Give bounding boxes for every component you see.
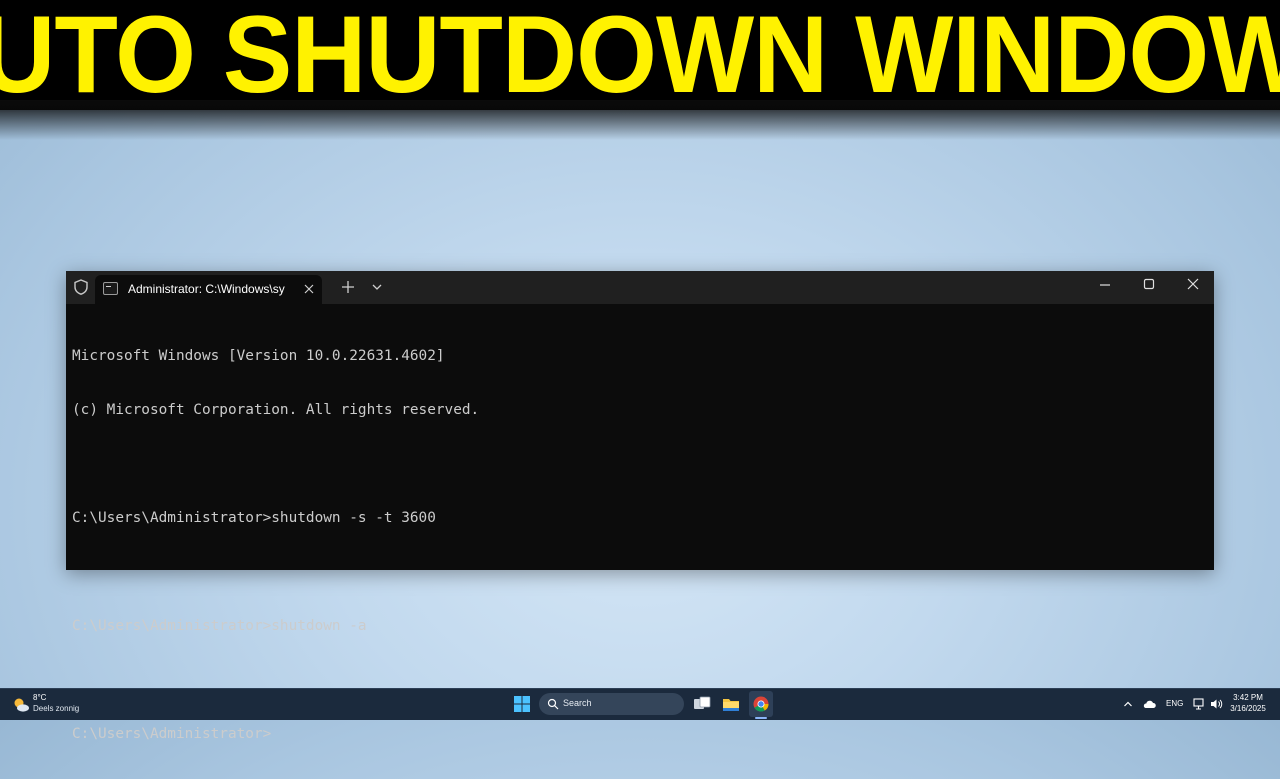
search-icon <box>547 698 559 710</box>
clock-date[interactable]: 3/16/2025 <box>1226 704 1270 713</box>
file-explorer-icon[interactable] <box>722 696 740 712</box>
terminal-titlebar[interactable]: Administrator: C:\Windows\sy <box>66 271 1214 304</box>
terminal-window[interactable]: Administrator: C:\Windows\sy Microsoft W… <box>66 271 1214 742</box>
active-app-indicator <box>755 717 767 719</box>
terminal-icon <box>103 282 118 295</box>
console-line: (c) Microsoft Corporation. All rights re… <box>72 402 480 418</box>
shield-icon <box>74 279 88 295</box>
console-line: C:\Users\Administrator>shutdown -a <box>72 618 367 634</box>
weather-icon[interactable] <box>12 696 30 714</box>
close-icon[interactable] <box>1171 271 1215 299</box>
close-icon[interactable] <box>300 280 318 298</box>
maximize-icon[interactable] <box>1127 271 1171 299</box>
tab-title: Administrator: C:\Windows\sy <box>128 282 285 296</box>
console-output[interactable]: Microsoft Windows [Version 10.0.22631.46… <box>72 311 1202 742</box>
search-placeholder: Search <box>563 698 592 708</box>
search-box[interactable]: Search <box>539 693 684 715</box>
chevron-up-icon[interactable] <box>1122 698 1134 710</box>
terminal-tab[interactable]: Administrator: C:\Windows\sy <box>95 275 322 304</box>
network-icon[interactable] <box>1192 697 1206 711</box>
headline-text: AUTO SHUTDOWN WINDOWS <box>0 0 1280 110</box>
windows-start-icon[interactable] <box>513 695 531 713</box>
weather-description[interactable]: Deels zonnig <box>33 704 79 713</box>
console-line: C:\Users\Administrator>shutdown -s -t 36… <box>72 510 436 526</box>
console-prompt[interactable]: C:\Users\Administrator> <box>72 725 1202 743</box>
language-indicator[interactable]: ENG <box>1166 699 1183 708</box>
task-view-icon[interactable] <box>693 696 711 712</box>
volume-icon[interactable] <box>1209 697 1223 711</box>
console-line: Microsoft Windows [Version 10.0.22631.46… <box>72 348 445 364</box>
minimize-icon[interactable] <box>1083 271 1127 299</box>
chrome-icon <box>753 696 769 712</box>
chrome-taskbar-button[interactable] <box>749 691 773 717</box>
chevron-down-icon[interactable] <box>368 277 386 297</box>
onedrive-icon[interactable] <box>1142 698 1156 710</box>
banner-shadow <box>0 100 1280 140</box>
weather-temperature[interactable]: 8°C <box>33 693 46 702</box>
headline-banner: AUTO SHUTDOWN WINDOWS <box>0 0 1280 110</box>
taskbar: 8°C Deels zonnig Search ENG 3:42 PM 3/16… <box>0 688 1280 720</box>
plus-icon[interactable] <box>338 277 358 297</box>
clock-time[interactable]: 3:42 PM <box>1226 693 1270 702</box>
